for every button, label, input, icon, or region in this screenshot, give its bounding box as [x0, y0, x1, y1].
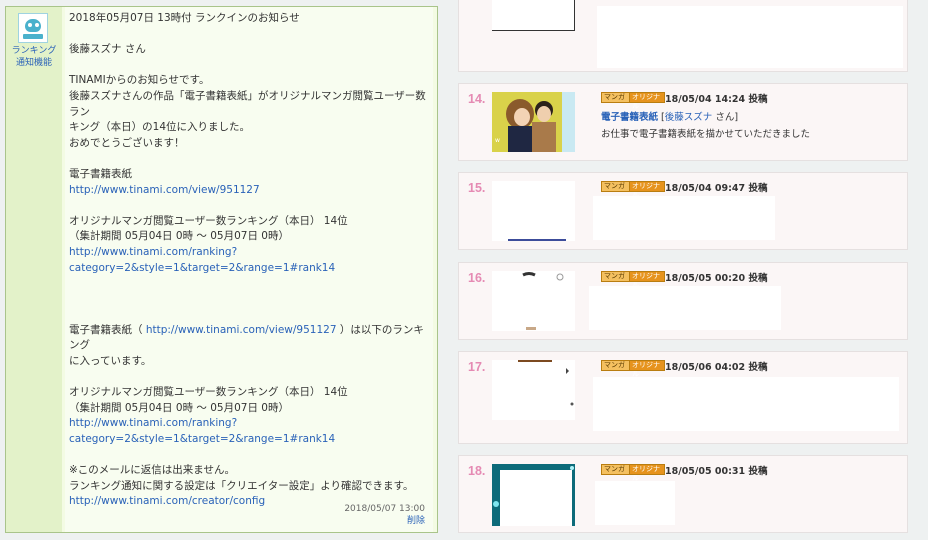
mail-line: おめでとうございます！ — [69, 136, 185, 149]
mail-line: オリジナルマンガ閲覧ユーザー数ランキング（本日） 14位 — [69, 214, 348, 227]
ranking-card-17: 17. マンガ オリジナル 18/05/06 04:02 投稿 — [458, 351, 908, 444]
mail-line: ※このメールに返信は出来ません。 — [69, 464, 235, 477]
mail-line — [69, 151, 429, 167]
mail-line — [69, 58, 429, 74]
mail-link[interactable]: http://www.tinami.com/ranking? — [69, 245, 429, 261]
mail-line: オリジナルマンガ閲覧ユーザー数ランキング（本日） 14位 — [69, 386, 348, 399]
description-box — [597, 6, 903, 68]
mail-line — [69, 198, 429, 214]
rank-number: 15. — [468, 181, 486, 195]
posted-date: 18/05/05 00:20 投稿 — [665, 273, 768, 284]
rank-number: 18. — [468, 464, 486, 478]
mail-text: 2018年05月07日 13時付 ランクインのお知らせ 後藤スズナ さん TINAM… — [69, 11, 429, 510]
mail-line: 後藤スズナさんの作品「電子書籍表紙」がオリジナルマンガ閲覧ユーザー数ラン — [69, 89, 426, 118]
badge-original: オリジナル — [629, 271, 665, 289]
mail-line — [69, 276, 429, 292]
description-box — [589, 286, 781, 330]
mail-line: キング（本日）の14位に入りました。 — [69, 121, 251, 134]
sender-name[interactable]: ランキング 通知機能 — [8, 45, 60, 69]
mail-link[interactable]: category=2&style=1&target=2&range=1#rank… — [69, 432, 429, 448]
badge-manga: マンガ — [601, 464, 632, 475]
mail-body: 2018年05月07日 13時付 ランクインのお知らせ 後藤スズナ さん TINAM… — [65, 7, 433, 532]
posted-date: 18/05/04 09:47 投稿 — [665, 183, 768, 194]
mail-line: 電子書籍表紙（ http://www.tinami.com/view/95112… — [69, 323, 424, 352]
description-box — [593, 377, 899, 431]
svg-text:w: w — [495, 137, 500, 144]
artwork-thumbnail[interactable] — [492, 360, 575, 420]
posted-date: 18/05/04 14:24 投稿 — [665, 94, 768, 105]
ranking-bot-icon[interactable] — [18, 13, 48, 43]
ranking-card-13 — [458, 0, 908, 72]
artwork-thumbnail[interactable] — [492, 181, 575, 241]
mail-link[interactable]: http://www.tinami.com/ranking? — [69, 416, 429, 432]
artwork-thumbnail[interactable]: w — [492, 92, 575, 152]
mail-line — [69, 448, 429, 464]
ranking-card-15: 15. マンガ オリジナル 18/05/04 09:47 投稿 — [458, 172, 908, 250]
work-description: お仕事で電子書籍表紙を描かせていただきました — [601, 129, 811, 140]
mail-line: （集計期間 05月04日 0時 〜 05月07日 0時） — [69, 401, 289, 414]
mail-line — [69, 292, 429, 308]
author-link[interactable]: 後藤スズナ — [665, 112, 713, 123]
posted-date: 18/05/05 00:31 投稿 — [665, 466, 768, 477]
description-box — [595, 481, 675, 525]
work-title-link[interactable]: 電子書籍表紙 — [601, 112, 658, 123]
artwork-thumbnail[interactable] — [492, 464, 575, 526]
mail-line: TINAMIからのお知らせです。 — [69, 74, 210, 87]
badge-manga: マンガ — [601, 271, 632, 282]
mail-line: 電子書籍表紙 — [69, 167, 132, 180]
badge-manga: マンガ — [601, 360, 632, 371]
title-line: 電子書籍表紙 [後藤スズナ さん] — [601, 112, 739, 123]
mail-link[interactable]: category=2&style=1&target=2&range=1#rank… — [69, 261, 429, 277]
ranking-card-14: 14. w マンガ オリジナル 18/05/04 14:24 投稿 電子書籍表紙… — [458, 83, 908, 161]
mail-line: に入っています。 — [69, 355, 152, 368]
description-box — [593, 196, 775, 240]
badge-original: オリジナル — [629, 464, 665, 482]
rank-number: 17. — [468, 360, 486, 374]
sender-column: ランキング 通知機能 — [6, 7, 62, 532]
mail-line: （集計期間 05月04日 0時 〜 05月07日 0時） — [69, 230, 289, 243]
badge-original: オリジナル — [629, 360, 665, 378]
posted-date: 18/05/06 04:02 投稿 — [665, 362, 768, 373]
mail-line — [69, 370, 429, 386]
mail-line: ランキング通知に関する設定は「クリエイター設定」より確認できます。 — [69, 479, 414, 492]
author-suffix: さん] — [715, 112, 739, 123]
rank-number: 14. — [468, 92, 486, 106]
rank-number: 16. — [468, 271, 486, 285]
badge-original: オリジナル — [629, 92, 665, 110]
mail-line — [69, 307, 429, 323]
delete-link[interactable]: 削除 — [407, 513, 425, 526]
mail-link[interactable]: http://www.tinami.com/view/951127 — [69, 183, 429, 199]
ranking-card-16: 16. マンガ オリジナル 18/05/05 00:20 投稿 — [458, 262, 908, 340]
mail-line — [69, 27, 429, 43]
badge-manga: マンガ — [601, 92, 632, 103]
badge-manga: マンガ — [601, 181, 632, 192]
badge-original: オリジナル — [629, 181, 665, 199]
ranking-card-18: 18. マンガ オリジナル 18/05/05 00:31 投稿 — [458, 455, 908, 533]
mail-line: 後藤スズナ さん — [69, 43, 146, 56]
mail-panel: ランキング 通知機能 2018年05月07日 13時付 ランクインのお知らせ 後藤… — [5, 6, 438, 533]
artwork-thumbnail[interactable] — [492, 0, 575, 31]
artwork-thumbnail[interactable] — [492, 271, 575, 331]
mail-line: 2018年05月07日 13時付 ランクインのお知らせ — [69, 12, 300, 24]
mail-inline-link[interactable]: http://www.tinami.com/view/951127 — [146, 324, 337, 336]
